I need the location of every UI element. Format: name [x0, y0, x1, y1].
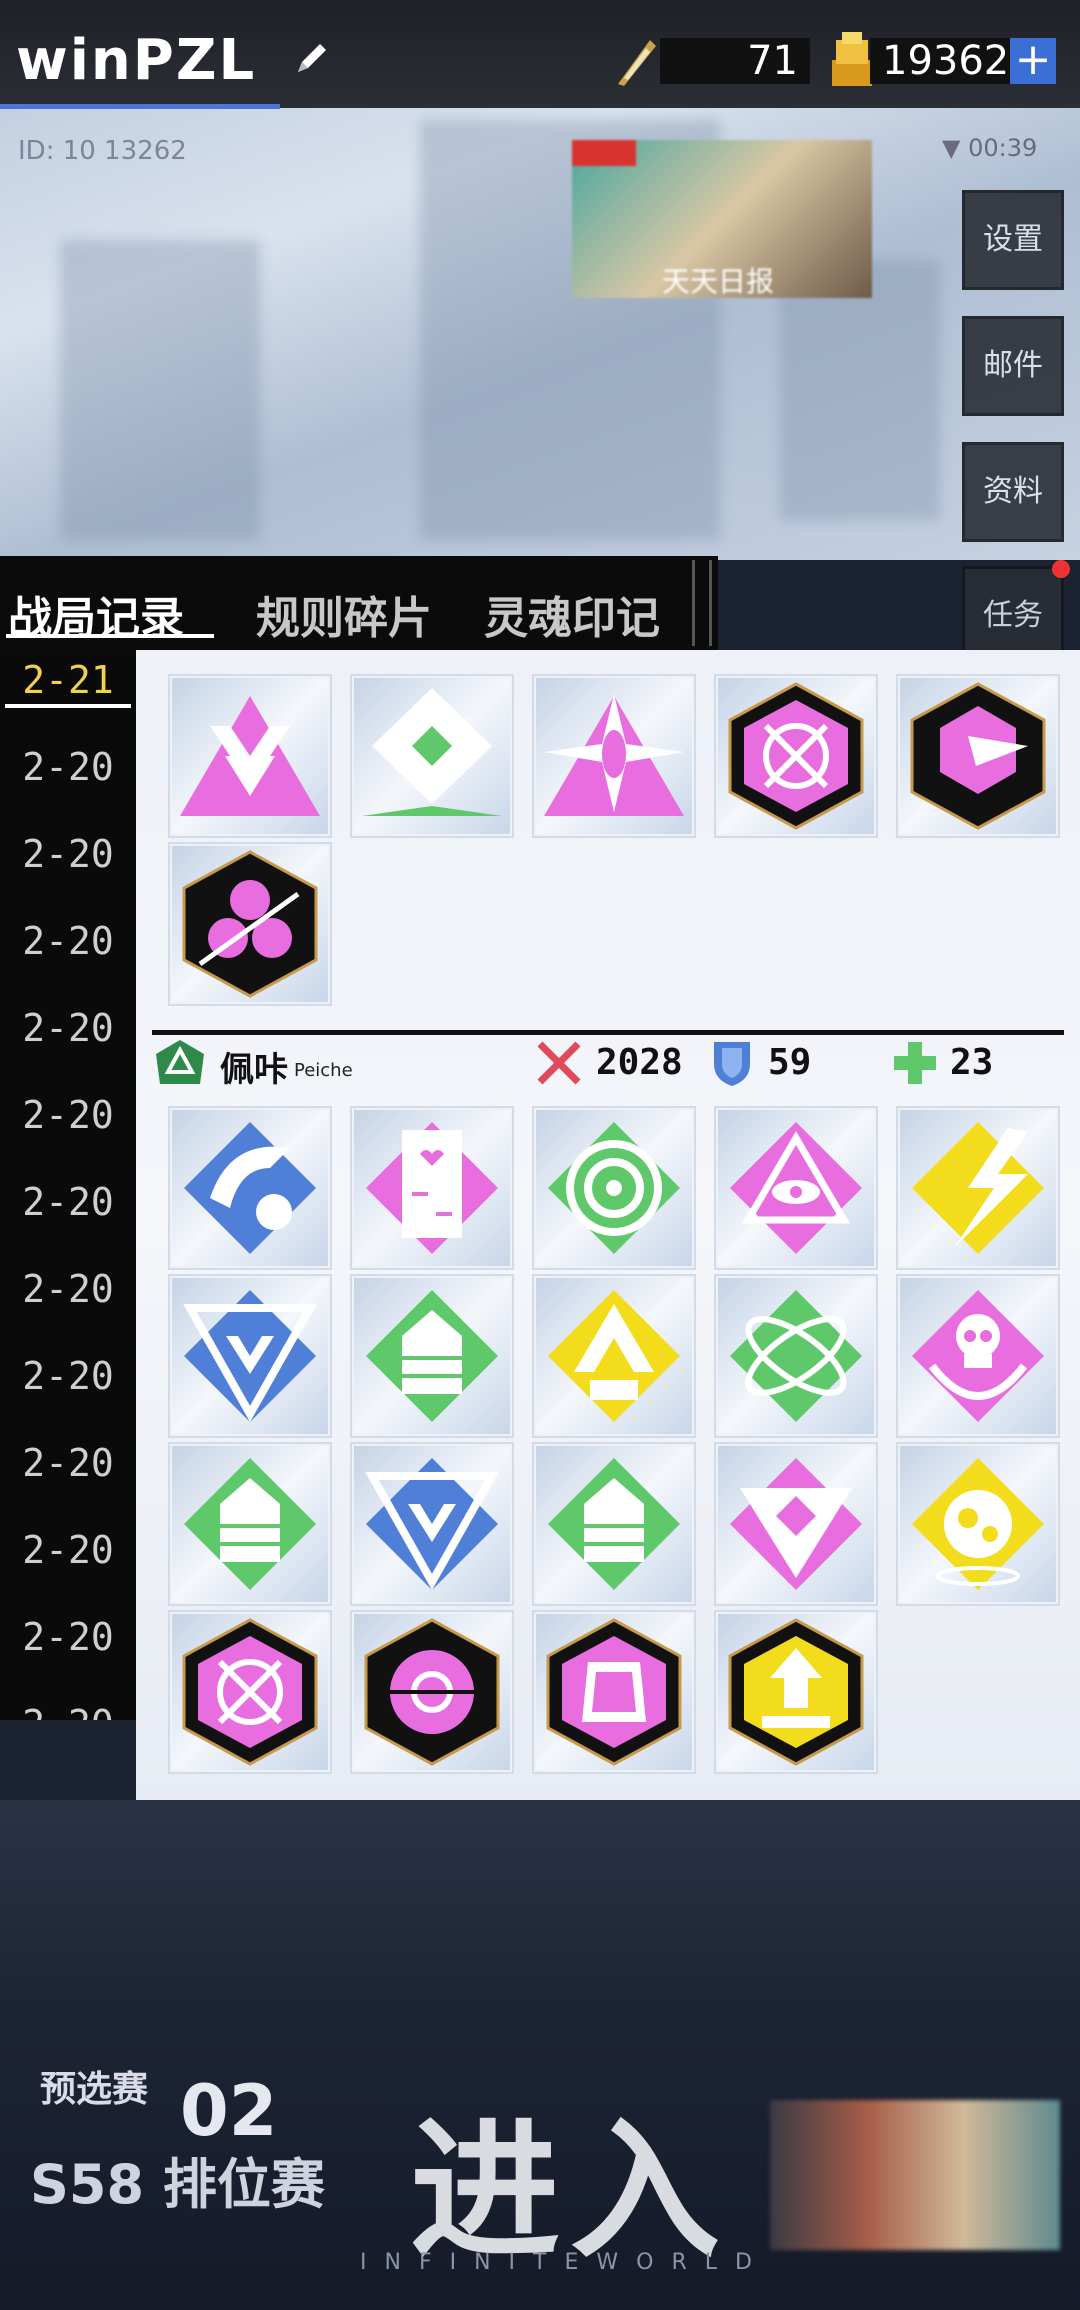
- soul-mark-slot[interactable]: [714, 1442, 878, 1606]
- green-orbit-icon: [730, 1290, 862, 1422]
- soul-mark-slot[interactable]: [168, 1442, 332, 1606]
- section-divider: [152, 1030, 1064, 1035]
- tab-rule-fragments[interactable]: 规则碎片: [256, 582, 432, 646]
- hot-badge: [572, 140, 636, 166]
- tab-divider: [692, 560, 712, 646]
- soul-mark-slot[interactable]: [350, 674, 514, 838]
- attack-value: 2028: [596, 1042, 683, 1083]
- season-item[interactable]: 2-20: [0, 1085, 136, 1172]
- enter-subtitle: INFINITEWORLD: [360, 2250, 770, 2275]
- season-list[interactable]: 2-21 2-20 2-20 2-20 2-20 2-20 2-20 2-20 …: [0, 650, 136, 1720]
- tab-soul-marks[interactable]: 灵魂印记: [484, 582, 660, 646]
- feather-currency-icon: [618, 40, 656, 86]
- blue-claw-icon: [184, 1122, 316, 1254]
- sword-icon: [537, 1041, 581, 1085]
- username: winPZL: [16, 28, 257, 93]
- add-currency-button[interactable]: +: [1010, 38, 1056, 84]
- event-banner[interactable]: 天天日报: [572, 140, 872, 298]
- soul-mark-slot[interactable]: [532, 1610, 696, 1774]
- network-status: ▼ 00:39: [942, 134, 1038, 162]
- soul-mark-slot[interactable]: [168, 1274, 332, 1438]
- soul-mark-slot[interactable]: [714, 674, 878, 838]
- player-name: 佩咔: [220, 1050, 288, 1090]
- soul-mark-slot[interactable]: [532, 1106, 696, 1270]
- rank-label: 预选赛: [40, 2069, 149, 2110]
- mail-button[interactable]: 邮件: [962, 316, 1064, 416]
- season-item[interactable]: 2-20: [0, 911, 136, 998]
- heal-cross-icon: [894, 1042, 936, 1084]
- soul-mark-slot[interactable]: [168, 1610, 332, 1774]
- soul-mark-slot[interactable]: [350, 1274, 514, 1438]
- currency1-value: 71: [660, 38, 810, 84]
- season-item[interactable]: 2-20: [0, 1259, 136, 1346]
- pink-hex-arrow-icon: [182, 850, 318, 998]
- season-item[interactable]: 2-20: [0, 998, 136, 1085]
- soul-mark-slot[interactable]: [350, 1442, 514, 1606]
- soul-mark-slot[interactable]: [532, 1442, 696, 1606]
- soul-mark-slot[interactable]: [896, 1106, 1060, 1270]
- soul-mark-slot[interactable]: [532, 674, 696, 838]
- season-item[interactable]: 2-20: [0, 737, 136, 824]
- heal-value: 23: [950, 1042, 994, 1083]
- soul-mark-slot[interactable]: [168, 674, 332, 838]
- soul-mark-slot[interactable]: [350, 1610, 514, 1774]
- soul-mark-slot[interactable]: [532, 1274, 696, 1438]
- season-item[interactable]: 2-20: [0, 1433, 136, 1520]
- ranked-season-label[interactable]: S58 排位赛: [30, 2140, 325, 2219]
- soul-mark-slot[interactable]: [896, 1442, 1060, 1606]
- player-class-icon: [156, 1040, 204, 1084]
- soul-mark-slot[interactable]: [168, 842, 332, 1006]
- player-name-en: Peiche: [294, 1060, 353, 1081]
- record-panel: 佩咔 Peiche 2028 59 23: [136, 650, 1080, 1800]
- season-item[interactable]: 2-20: [0, 824, 136, 911]
- settings-button[interactable]: 设置: [962, 190, 1064, 290]
- profile-button[interactable]: 资料: [962, 442, 1064, 542]
- soul-mark-slot[interactable]: [168, 1106, 332, 1270]
- green-fist-icon: [362, 806, 502, 816]
- soul-mark-slot[interactable]: [350, 1106, 514, 1270]
- character-portraits[interactable]: [770, 2100, 1060, 2250]
- soul-mark-slot[interactable]: [714, 1106, 878, 1270]
- season-item[interactable]: 2-20: [0, 1172, 136, 1259]
- soul-mark-slot[interactable]: [896, 674, 1060, 838]
- season-item[interactable]: 2-20: [0, 1694, 136, 1720]
- notification-dot: [1052, 560, 1070, 578]
- edit-name-icon[interactable]: [292, 38, 332, 78]
- soul-mark-slot[interactable]: [714, 1610, 878, 1774]
- level-progress-bar: [0, 104, 280, 109]
- shield-icon: [714, 1042, 750, 1086]
- banner-text: 天天日报: [662, 265, 775, 298]
- defense-value: 59: [768, 1042, 812, 1083]
- season-item[interactable]: 2-20: [0, 1346, 136, 1433]
- player-id: ID: 10 13262: [18, 136, 187, 166]
- season-item[interactable]: 2-21: [0, 650, 136, 737]
- season-item[interactable]: 2-20: [0, 1520, 136, 1607]
- soul-mark-slot[interactable]: [714, 1274, 878, 1438]
- soul-mark-slot[interactable]: [896, 1274, 1060, 1438]
- active-tab-underline: [6, 634, 214, 638]
- season-item[interactable]: 2-20: [0, 1607, 136, 1694]
